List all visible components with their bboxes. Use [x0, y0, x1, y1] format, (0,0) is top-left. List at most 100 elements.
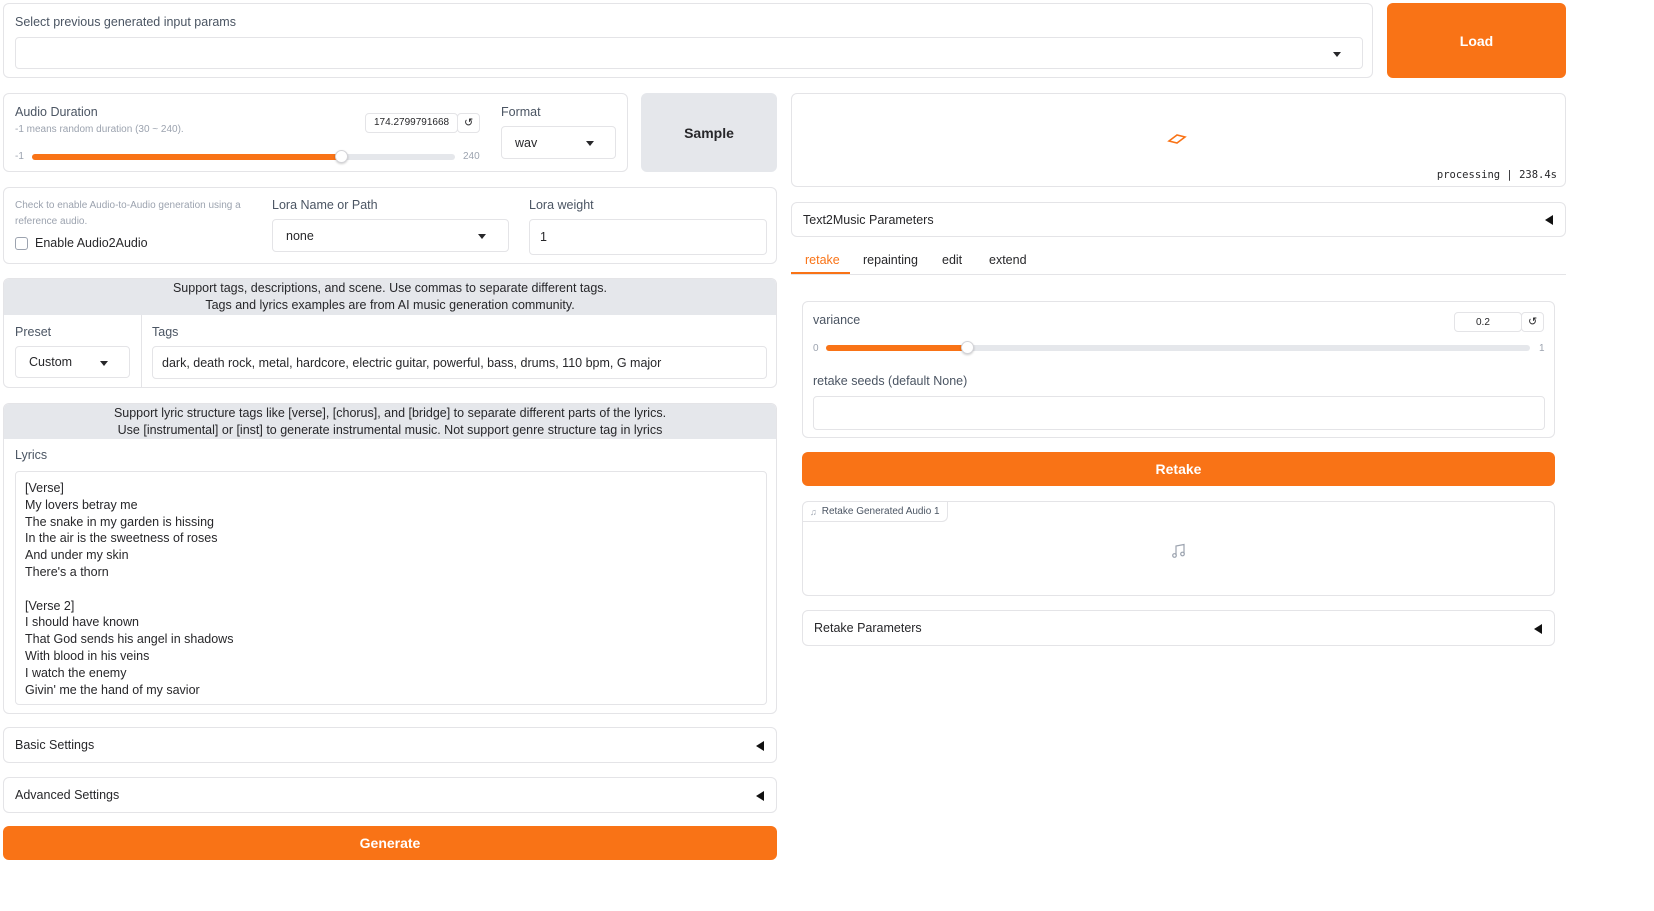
audio-duration-number-input[interactable]: 174.2799791668 [365, 113, 458, 133]
tags-panel: Support tags, descriptions, and scene. U… [3, 278, 777, 388]
params-select-panel: Select previous generated input params [3, 3, 1373, 78]
collapse-arrow-icon [1545, 215, 1553, 225]
audio-duration-max: 240 [463, 151, 480, 162]
audio2audio-lora-panel: Check to enable Audio-to-Audio generatio… [3, 187, 777, 264]
tab-repainting[interactable]: repainting [863, 253, 918, 267]
lyrics-line: There's a thorn [25, 564, 109, 579]
retake-audio-label-tag: ♫ Retake Generated Audio 1 [803, 502, 948, 522]
retake-params-label: Retake Parameters [814, 621, 922, 635]
lora-name-dropdown[interactable]: none [272, 219, 509, 252]
retake-seeds-input[interactable] [813, 396, 1545, 430]
lora-weight-label: Lora weight [529, 198, 594, 212]
music-note-icon: ♫ [810, 506, 817, 517]
tags-info-banner: Support tags, descriptions, and scene. U… [4, 279, 776, 315]
retake-settings-panel: variance 0.2 ↺ 0 1 retake seeds (default… [802, 301, 1555, 438]
audio2audio-hint: Check to enable Audio-to-Audio generatio… [15, 200, 241, 227]
lyrics-line: [Verse] [25, 481, 64, 495]
advanced-settings-label: Advanced Settings [15, 788, 120, 802]
tags-input[interactable]: dark, death rock, metal, hardcore, elect… [152, 346, 767, 379]
retake-params-accordion[interactable]: Retake Parameters [802, 610, 1555, 646]
variance-reset-button[interactable]: ↺ [1521, 312, 1544, 332]
processing-status: processing | 238.4s [1436, 169, 1557, 181]
loading-spinner-icon [1167, 134, 1187, 144]
audio-duration-value: 174.2799791668 [374, 117, 450, 128]
chevron-down-icon [100, 361, 108, 366]
load-button[interactable]: Load [1387, 3, 1566, 78]
lora-weight-value: 1 [540, 230, 547, 244]
lyrics-line: That God sends his angel in shadows [25, 632, 234, 647]
variance-min: 0 [813, 343, 819, 354]
basic-settings-accordion[interactable]: Basic Settings [3, 727, 777, 763]
audio-duration-label: Audio Duration [15, 105, 98, 119]
lyrics-line: My lovers betray me [25, 497, 138, 512]
tags-label: Tags [152, 325, 179, 339]
tab-extend[interactable]: extend [989, 253, 1027, 267]
format-dropdown[interactable]: wav [501, 126, 616, 159]
active-tab-indicator [791, 272, 850, 274]
music-note-icon [1172, 543, 1185, 558]
chevron-down-icon [1333, 52, 1341, 57]
tab-edit[interactable]: edit [942, 253, 962, 267]
preset-dropdown[interactable]: Custom [15, 346, 130, 378]
audio-duration-panel: Audio Duration -1 means random duration … [3, 93, 628, 172]
retake-seeds-label: retake seeds (default None) [813, 374, 968, 388]
basic-settings-label: Basic Settings [15, 738, 95, 752]
lora-name-label: Lora Name or Path [272, 198, 378, 212]
lora-weight-input[interactable]: 1 [529, 219, 767, 255]
variance-number-input[interactable]: 0.2 [1454, 312, 1522, 332]
audio-duration-reset-button[interactable]: ↺ [457, 113, 480, 133]
lyrics-line: I should have known [25, 615, 139, 630]
lyrics-panel: Support lyric structure tags like [verse… [3, 403, 777, 714]
format-value: wav [515, 136, 538, 150]
advanced-settings-accordion[interactable]: Advanced Settings [3, 777, 777, 813]
lyrics-line: I watch the enemy [25, 665, 127, 680]
variance-value: 0.2 [1476, 317, 1490, 328]
text2music-params-accordion[interactable]: Text2Music Parameters [791, 202, 1566, 237]
edit-mode-tabs: retake repainting edit extend [791, 248, 1566, 275]
audio-duration-slider[interactable] [32, 150, 455, 163]
variance-label: variance [813, 313, 861, 327]
lyrics-line: Givin' me the hand of my savior [25, 682, 200, 697]
reset-icon: ↺ [1528, 316, 1538, 328]
lyrics-info-line1: Support lyric structure tags like [verse… [113, 406, 667, 420]
format-label: Format [501, 105, 541, 119]
lyrics-line: In the air is the sweetness of roses [25, 531, 218, 546]
lora-name-value: none [286, 229, 314, 243]
sample-button[interactable]: Sample [641, 93, 777, 172]
lyrics-line [25, 581, 757, 598]
variance-slider-fill [826, 345, 967, 351]
lyrics-info-banner: Support lyric structure tags like [verse… [4, 404, 776, 439]
collapse-arrow-icon [1534, 624, 1542, 634]
enable-audio2audio-checkbox[interactable] [15, 237, 28, 250]
lyrics-textarea[interactable]: [Verse] My lovers betray me The snake in m… [15, 471, 767, 705]
text2music-params-label: Text2Music Parameters [803, 212, 934, 227]
audio-duration-slider-fill [32, 154, 341, 160]
variance-slider[interactable] [826, 341, 1530, 354]
tags-info-line2: Tags and lyrics examples are from AI mus… [205, 298, 575, 312]
preset-tags-divider [141, 315, 142, 387]
retake-audio-panel: ♫ Retake Generated Audio 1 [802, 501, 1555, 596]
reset-icon: ↺ [464, 117, 474, 129]
variance-max: 1 [1539, 343, 1545, 354]
chevron-down-icon [478, 234, 486, 239]
variance-slider-thumb[interactable] [961, 341, 974, 354]
retake-button[interactable]: Retake [802, 452, 1555, 486]
audio-duration-slider-thumb[interactable] [335, 150, 348, 163]
lyrics-line: And under my skin [25, 548, 129, 563]
enable-audio2audio-label[interactable]: Enable Audio2Audio [35, 236, 148, 250]
output-audio-panel: processing | 238.4s [791, 93, 1566, 187]
tags-value: dark, death rock, metal, hardcore, elect… [162, 356, 662, 370]
lyrics-line: The snake in my garden is hissing [25, 514, 214, 529]
lyrics-line: With blood in his veins [25, 648, 150, 663]
audio-duration-hint: -1 means random duration (30 ~ 240). [15, 124, 184, 135]
preset-value: Custom [29, 355, 73, 369]
tab-retake[interactable]: retake [805, 253, 840, 267]
tags-info-line1: Support tags, descriptions, and scene. U… [172, 281, 608, 295]
generate-button[interactable]: Generate [3, 826, 777, 860]
lyrics-info-line2: Use [instrumental] or [inst] to generate… [117, 423, 663, 437]
audio-duration-min: -1 [15, 151, 24, 162]
preset-label: Preset [15, 325, 52, 339]
retake-audio-label: Retake Generated Audio 1 [821, 506, 940, 517]
lyrics-line: [Verse 2] [25, 598, 75, 613]
params-select-dropdown[interactable] [15, 37, 1363, 69]
